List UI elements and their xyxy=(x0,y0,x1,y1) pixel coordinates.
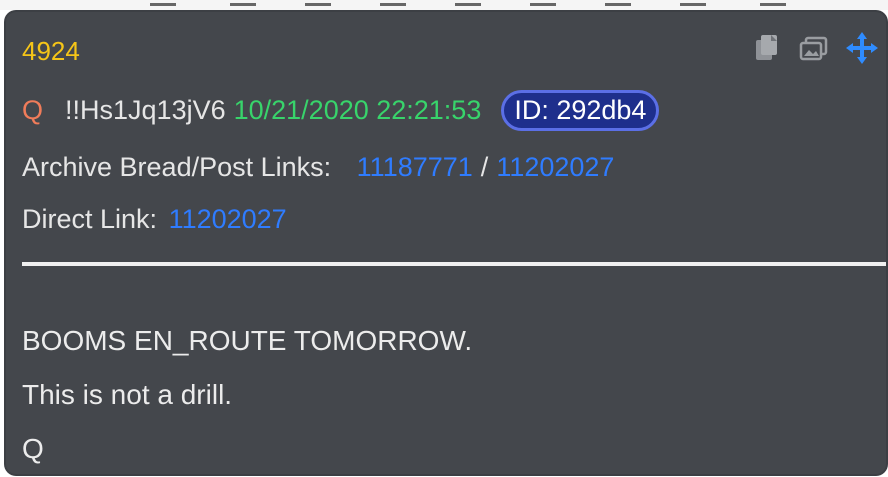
post-datetime: 10/21/2020 22:21:53 xyxy=(233,94,482,125)
strip-dash xyxy=(150,3,176,6)
page: 4924 Q !!Hs1Jq13jV6 10/21/2020 22:21:53 … xyxy=(0,0,888,477)
direct-link-row: Direct Link: 11202027 xyxy=(22,204,287,235)
move-icon[interactable] xyxy=(846,32,878,64)
strip-dash xyxy=(305,3,331,6)
top-cutoff-strip xyxy=(0,0,888,10)
tripcode: !!Hs1Jq13jV6 xyxy=(65,94,226,125)
post-header: Q !!Hs1Jq13jV6 10/21/2020 22:21:53 ID: 2… xyxy=(22,89,660,131)
message-line: BOOMS EN_ROUTE TOMORROW. xyxy=(22,325,473,356)
divider xyxy=(22,262,886,266)
image-icon[interactable] xyxy=(798,32,830,64)
archive-separator: / xyxy=(480,152,489,182)
strip-dash xyxy=(380,3,406,6)
strip-dash xyxy=(530,3,556,6)
post-number: 4924 xyxy=(22,36,80,66)
archive-label: Archive Bread/Post Links: xyxy=(22,152,332,182)
post-card: 4924 Q !!Hs1Jq13jV6 10/21/2020 22:21:53 … xyxy=(6,12,886,474)
message-signature: Q xyxy=(22,433,44,464)
poster-id-badge: ID: 292db4 xyxy=(501,89,660,131)
archive-bread-link[interactable]: 11187771 xyxy=(357,152,473,182)
strip-dash xyxy=(760,3,786,6)
strip-dash xyxy=(605,3,631,6)
strip-dash xyxy=(680,3,706,6)
post-toolbar xyxy=(750,32,878,64)
archive-post-link[interactable]: 11202027 xyxy=(496,152,614,182)
post-message: BOOMS EN_ROUTE TOMORROW. This is not a d… xyxy=(22,314,472,474)
copy-icon[interactable] xyxy=(750,32,782,64)
strip-dash xyxy=(230,3,256,6)
direct-label: Direct Link: xyxy=(22,204,158,234)
direct-link[interactable]: 11202027 xyxy=(169,204,287,234)
author-name: Q xyxy=(22,94,44,125)
archive-links-row: Archive Bread/Post Links: 11187771/11202… xyxy=(22,152,614,183)
message-line: This is not a drill. xyxy=(22,379,233,410)
strip-dash xyxy=(455,3,481,6)
